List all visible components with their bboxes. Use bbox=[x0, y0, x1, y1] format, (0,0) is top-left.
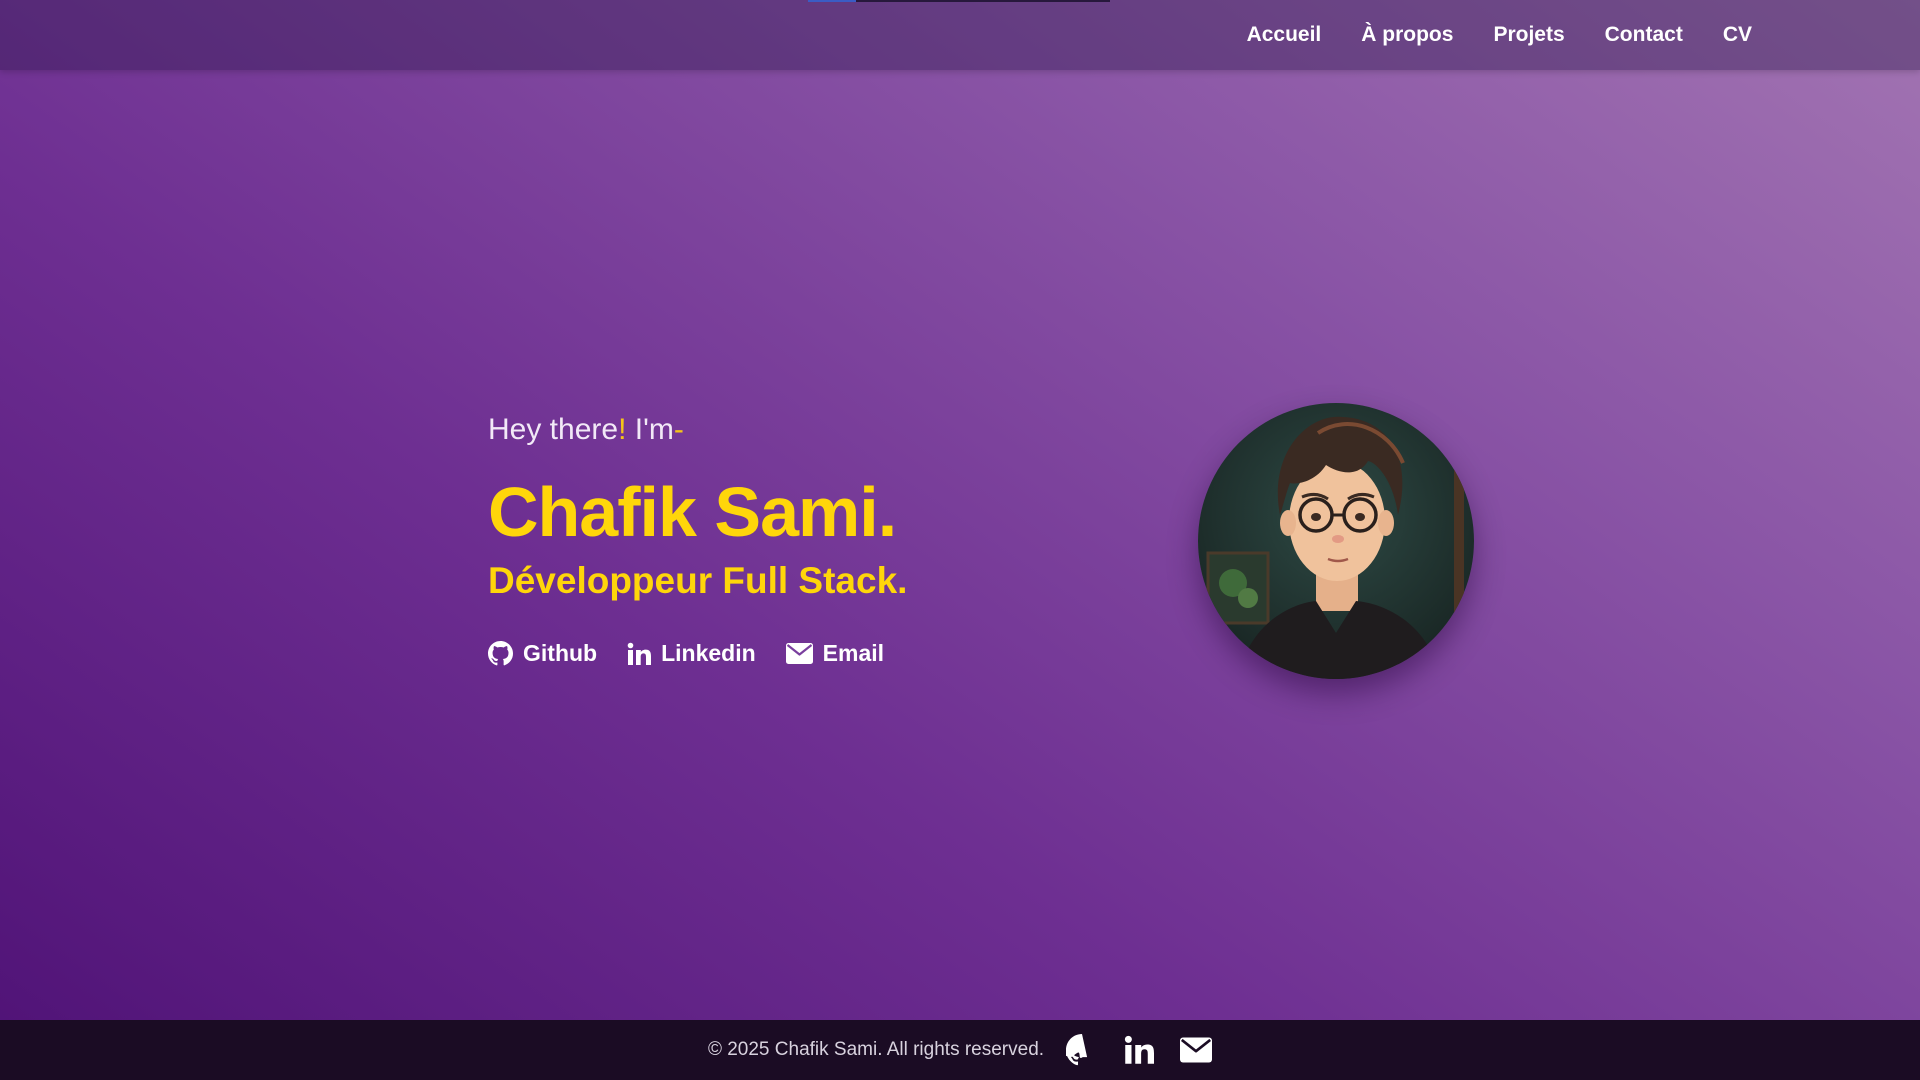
footer-social-icons bbox=[1066, 1034, 1213, 1066]
scroll-progress-bar bbox=[808, 0, 1110, 2]
footer-github-link[interactable] bbox=[1066, 1034, 1098, 1066]
page: Accueil À propos Projets Contact CV Hey … bbox=[0, 0, 1920, 1080]
linkedin-icon bbox=[1124, 1035, 1155, 1065]
hero-section: Hey there! I'm- Chafik Sami. Développeur… bbox=[488, 408, 907, 667]
top-navbar: Accueil À propos Projets Contact CV bbox=[0, 0, 1920, 70]
scroll-progress-fill bbox=[808, 0, 857, 2]
greeting-im: I'm bbox=[626, 413, 674, 446]
hero-social-links: Github Linkedin Email bbox=[488, 640, 907, 667]
profile-avatar bbox=[1198, 403, 1474, 679]
github-icon bbox=[1066, 1034, 1098, 1066]
github-link[interactable]: Github bbox=[488, 640, 597, 667]
footer-linkedin-link[interactable] bbox=[1124, 1035, 1155, 1065]
greeting-text: Hey there bbox=[488, 413, 619, 446]
nav-link-cv[interactable]: CV bbox=[1723, 23, 1752, 47]
greeting-dash: - bbox=[673, 413, 684, 446]
envelope-icon bbox=[785, 643, 813, 664]
main-nav: Accueil À propos Projets Contact CV bbox=[1247, 0, 1752, 70]
email-link-label: Email bbox=[822, 640, 885, 666]
footer-email-link[interactable] bbox=[1180, 1037, 1213, 1063]
linkedin-link[interactable]: Linkedin bbox=[627, 640, 756, 667]
linkedin-icon bbox=[627, 642, 652, 666]
email-link[interactable]: Email bbox=[785, 640, 885, 667]
linkedin-link-label: Linkedin bbox=[661, 640, 756, 666]
nav-link-projets[interactable]: Projets bbox=[1493, 23, 1564, 47]
nav-link-a-propos[interactable]: À propos bbox=[1361, 23, 1453, 47]
github-link-label: Github bbox=[523, 640, 598, 666]
github-icon bbox=[488, 641, 513, 666]
hero-greeting: Hey there! I'm- bbox=[488, 408, 907, 452]
hero-role: Développeur Full Stack. bbox=[488, 560, 908, 601]
nav-link-accueil[interactable]: Accueil bbox=[1247, 23, 1322, 47]
nav-link-contact[interactable]: Contact bbox=[1605, 23, 1683, 47]
copyright-text: © 2025 Chafik Sami. All rights reserved. bbox=[707, 1039, 1045, 1060]
hero-name: Chafik Sami. bbox=[488, 473, 897, 551]
envelope-icon bbox=[1180, 1037, 1213, 1063]
footer: © 2025 Chafik Sami. All rights reserved. bbox=[0, 1020, 1920, 1080]
